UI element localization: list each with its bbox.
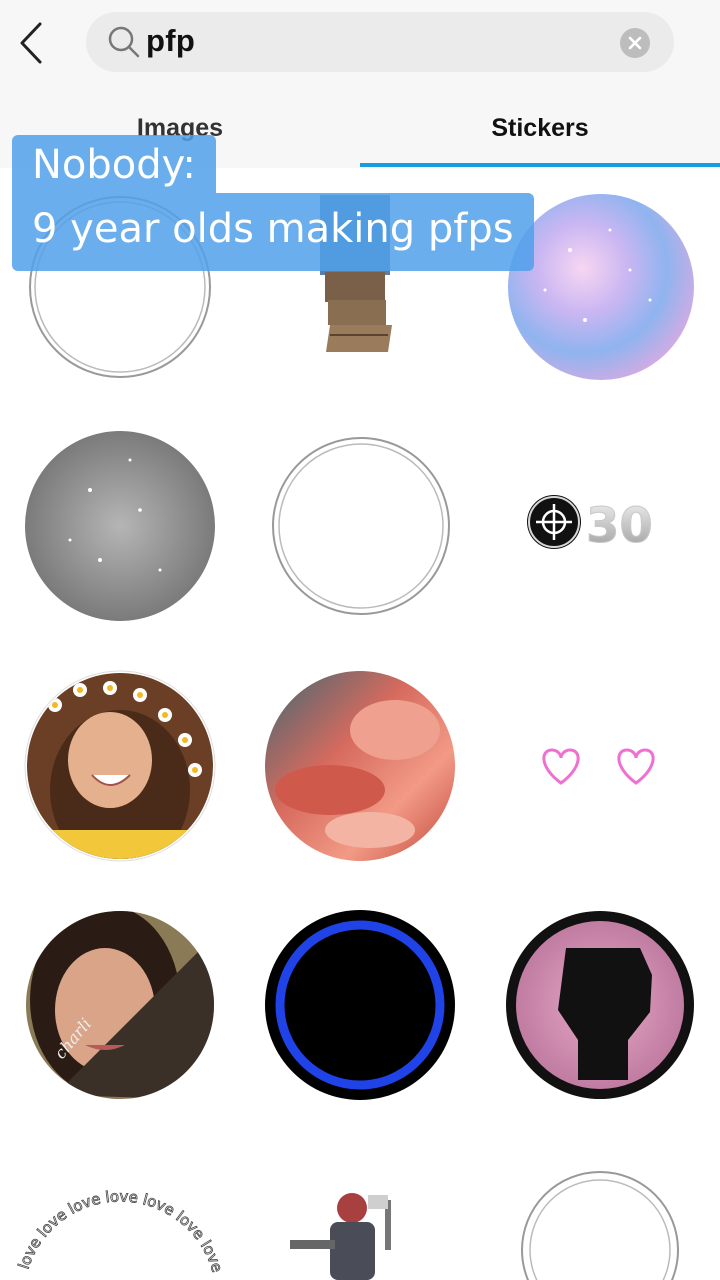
sticker-silver-glitter-circle[interactable] xyxy=(25,431,215,621)
sticker-thin-ring[interactable] xyxy=(272,437,450,615)
sticker-portrait-with-name[interactable]: charli xyxy=(25,905,215,1100)
tab-stickers[interactable]: Stickers xyxy=(360,108,720,168)
sticker-double-ring[interactable] xyxy=(521,1171,679,1280)
search-icon xyxy=(108,26,140,58)
active-tab-indicator xyxy=(360,163,720,167)
sticker-twin-pink-hearts[interactable] xyxy=(542,748,655,785)
sticker-crosshair-30-badge[interactable]: 30 xyxy=(527,495,653,555)
sticker-galaxy-circle[interactable] xyxy=(508,194,694,380)
sticker-blue-ring-black-circle[interactable] xyxy=(265,910,455,1100)
sticker-game-character[interactable] xyxy=(290,1193,391,1280)
sticker-grid: 30 charli love love love love love love … xyxy=(0,168,720,1280)
back-button[interactable] xyxy=(14,18,54,68)
caption-line-1: Nobody: xyxy=(12,135,216,193)
badge-text: 30 xyxy=(586,498,653,554)
sticker-raised-fist-pink-glitter[interactable] xyxy=(506,911,694,1099)
sticker-pink-clouds-circle[interactable] xyxy=(265,671,455,861)
caption-line-2: 9 year olds making pfps xyxy=(12,193,534,271)
sticker-daisy-crown-portrait[interactable] xyxy=(24,670,216,870)
chevron-left-icon xyxy=(20,22,42,64)
close-icon xyxy=(628,36,642,50)
search-bar[interactable]: pfp xyxy=(86,12,674,72)
search-input[interactable]: pfp xyxy=(146,23,195,59)
clear-search-button[interactable] xyxy=(620,28,650,58)
